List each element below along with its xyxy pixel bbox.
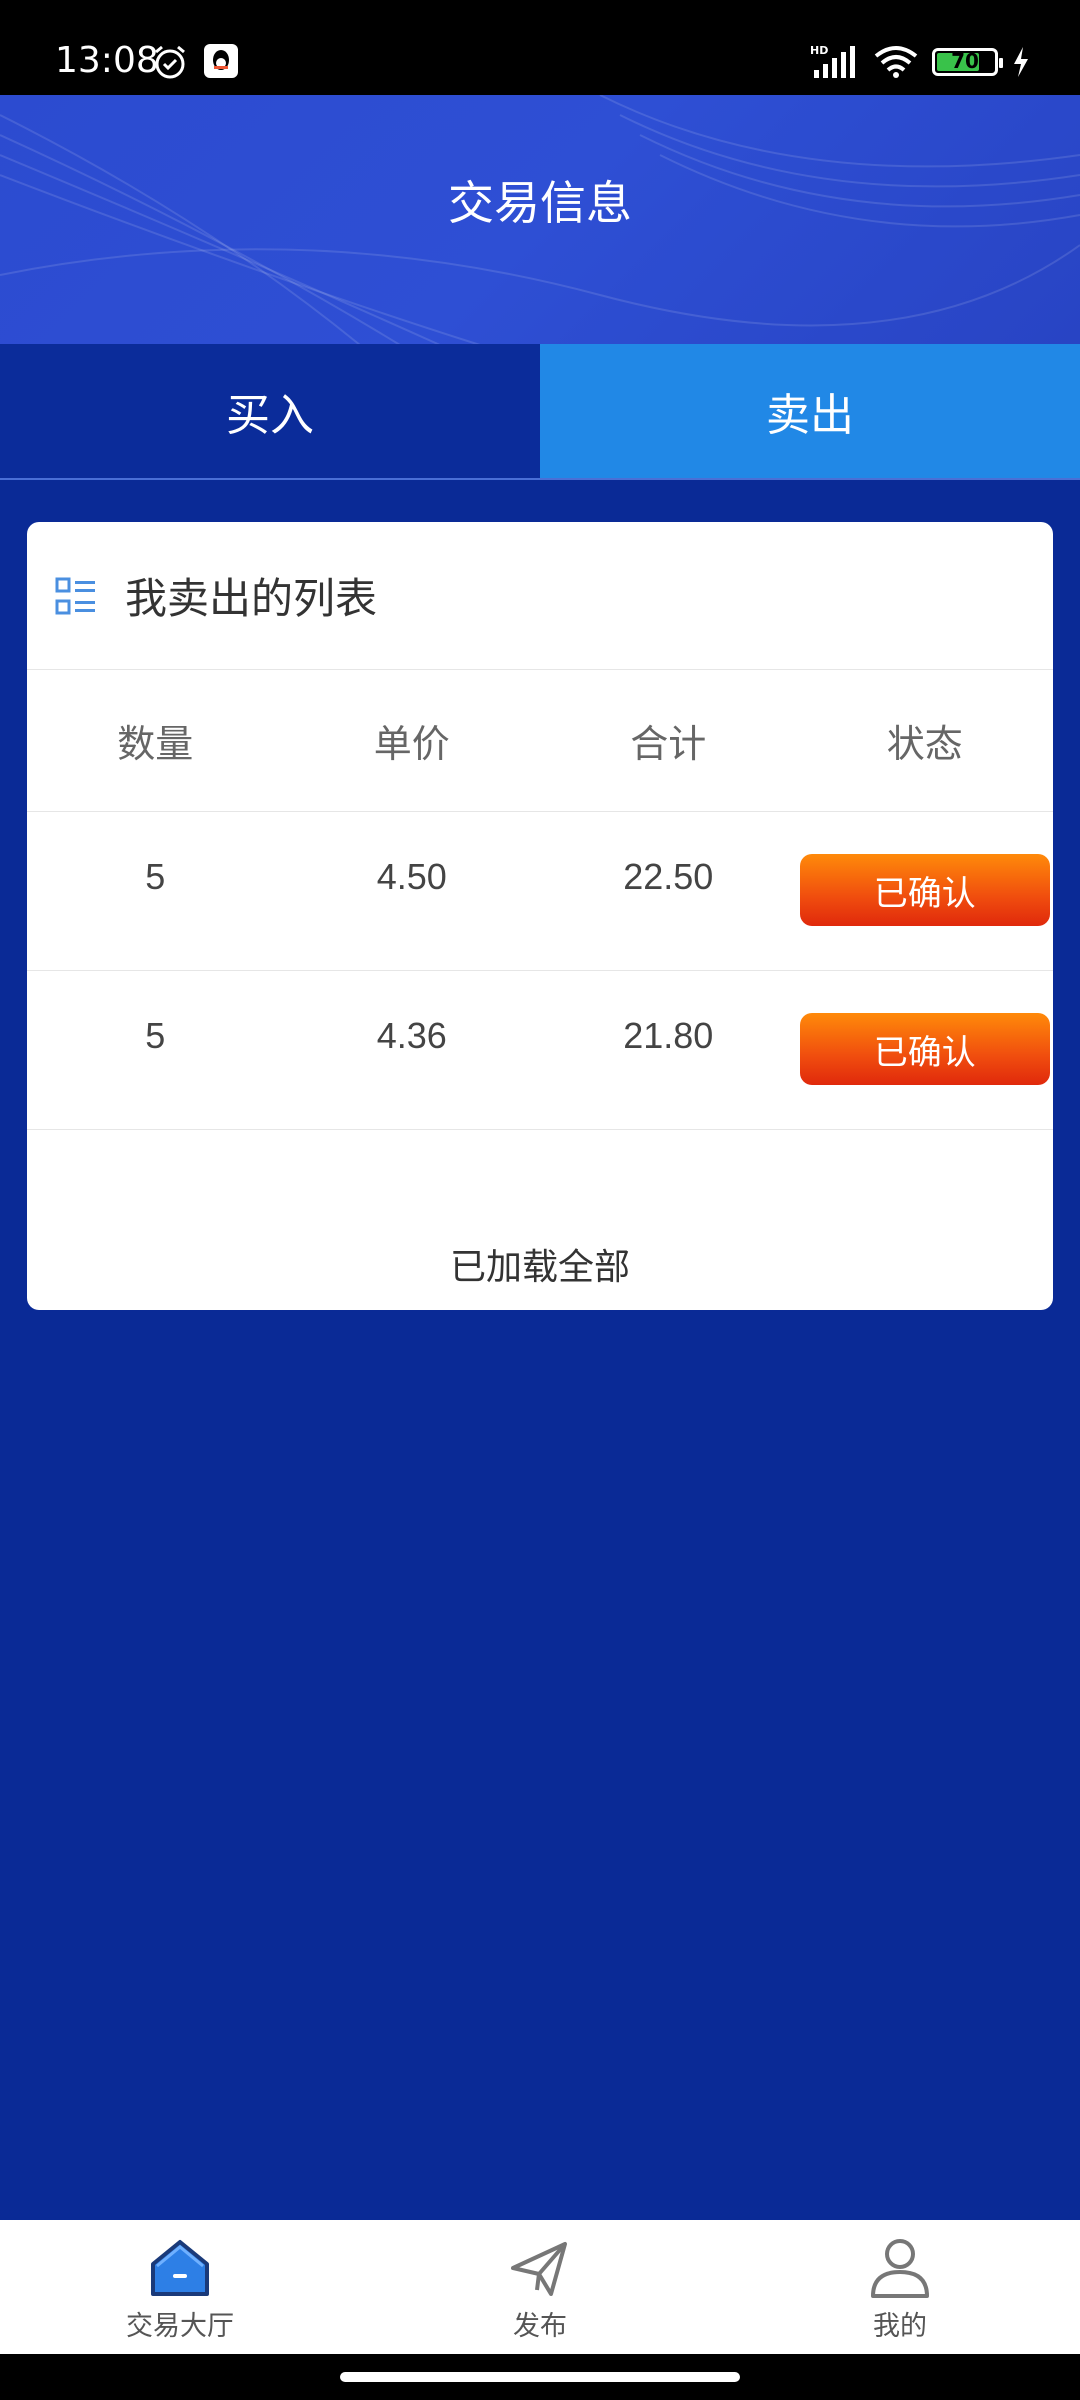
list-icon xyxy=(55,577,95,614)
page-header: 交易信息 xyxy=(0,95,1080,345)
sell-list-card: 我卖出的列表 数量 单价 合计 状态 5 4.50 22.50 已确认 5 4.… xyxy=(27,522,1053,1310)
charging-icon xyxy=(1014,47,1028,77)
column-header-total: 合计 xyxy=(630,722,707,766)
page-title: 交易信息 xyxy=(448,176,632,230)
alarm-icon xyxy=(155,45,185,79)
nav-label: 交易大厅 xyxy=(126,2311,234,2342)
home-indicator[interactable] xyxy=(340,2372,740,2382)
signal-hd-icon: HD xyxy=(810,44,855,78)
trade-tabs: 买入 卖出 xyxy=(0,344,1080,478)
card-header: 我卖出的列表 xyxy=(27,522,1053,670)
card-title: 我卖出的列表 xyxy=(125,574,378,623)
svg-text:HD: HD xyxy=(810,44,828,57)
qq-icon xyxy=(204,44,238,78)
paper-plane-icon xyxy=(511,2242,567,2296)
cell-price: 4.50 xyxy=(376,856,447,897)
column-header-price: 单价 xyxy=(373,722,450,766)
cell-status: 已确认 xyxy=(797,1013,1054,1085)
gesture-bar-area xyxy=(0,2354,1080,2400)
cell-status: 已确认 xyxy=(797,854,1054,926)
status-time: 13:08 xyxy=(55,40,159,81)
nav-label: 发布 xyxy=(513,2311,567,2342)
nav-item-trading-hall[interactable]: 交易大厅 xyxy=(0,2220,360,2354)
cell-price: 4.36 xyxy=(376,1015,447,1056)
cell-total: 21.80 xyxy=(623,1015,714,1056)
column-header-quantity: 数量 xyxy=(117,722,194,766)
column-header-status: 状态 xyxy=(886,722,963,766)
status-button[interactable]: 已确认 xyxy=(799,854,1050,926)
wifi-icon xyxy=(874,46,918,78)
tab-sell[interactable]: 卖出 xyxy=(540,344,1080,478)
bottom-nav: 交易大厅 发布 我的 xyxy=(0,2220,1080,2354)
table-header: 数量 单价 合计 状态 xyxy=(27,670,1053,812)
battery-level: 70 xyxy=(951,49,979,73)
tab-buy[interactable]: 买入 xyxy=(0,344,540,478)
nav-item-publish[interactable]: 发布 xyxy=(360,2220,720,2354)
status-button[interactable]: 已确认 xyxy=(799,1013,1050,1085)
tab-divider xyxy=(0,478,1080,480)
loaded-all-text: 已加载全部 xyxy=(449,1247,630,1288)
nav-item-mine[interactable]: 我的 xyxy=(720,2220,1080,2354)
cell-total: 22.50 xyxy=(623,856,714,897)
user-icon xyxy=(871,2239,929,2298)
cell-quantity: 5 xyxy=(145,1015,166,1056)
table-row: 5 4.36 21.80 已确认 xyxy=(27,971,1053,1130)
nav-label: 我的 xyxy=(873,2311,927,2342)
battery-icon: 70 xyxy=(932,48,1003,76)
status-bar: 13:08 HD 70 xyxy=(0,0,1080,95)
home-icon xyxy=(151,2240,209,2296)
cell-quantity: 5 xyxy=(145,856,166,897)
table-row: 5 4.50 22.50 已确认 xyxy=(27,812,1053,971)
